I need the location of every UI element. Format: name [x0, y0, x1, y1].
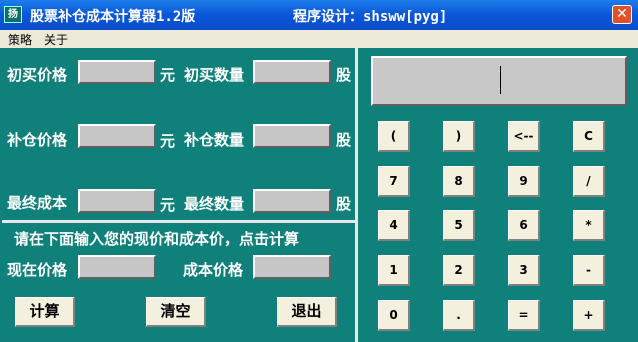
key-6-button[interactable]: 6: [508, 210, 540, 241]
key-multiply-button[interactable]: *: [573, 210, 605, 241]
app-window: 扬 股票补仓成本计算器1.2版 程序设计：shsww[pyg] ✕ 策略 关于 …: [0, 0, 638, 342]
author-credit: 程序设计：shsww[pyg]: [293, 9, 448, 25]
key-plus-button[interactable]: +: [573, 300, 605, 331]
initial-price-label: 初买价格: [7, 66, 68, 84]
app-icon: 扬: [4, 6, 22, 23]
menu-bar: 策略 关于: [0, 30, 638, 48]
add-qty-input[interactable]: [255, 127, 329, 148]
key-9-button[interactable]: 9: [508, 166, 540, 197]
key-1-button[interactable]: 1: [378, 255, 410, 286]
add-price-field[interactable]: [78, 124, 156, 148]
key-minus-button[interactable]: -: [573, 255, 605, 286]
add-price-input[interactable]: [80, 127, 154, 148]
key-backspace-button[interactable]: <--: [508, 121, 540, 152]
horizontal-divider: [2, 220, 355, 223]
key-equals-button[interactable]: =: [508, 300, 540, 331]
menu-strategy[interactable]: 策略: [8, 31, 32, 48]
window-title: 股票补仓成本计算器1.2版: [30, 9, 196, 25]
key-8-button[interactable]: 8: [443, 166, 475, 197]
calculator-display[interactable]: [371, 56, 627, 106]
title-bar[interactable]: 扬 股票补仓成本计算器1.2版 程序设计：shsww[pyg] ✕: [0, 0, 638, 30]
share-unit: 股: [336, 131, 352, 149]
key-0-button[interactable]: 0: [378, 300, 410, 331]
key-4-button[interactable]: 4: [378, 210, 410, 241]
final-qty-label: 最终数量: [184, 195, 245, 213]
final-qty-input[interactable]: [255, 192, 329, 213]
initial-price-field[interactable]: [78, 60, 156, 84]
current-price-field[interactable]: [78, 255, 156, 279]
initial-qty-label: 初买数量: [184, 66, 245, 84]
final-cost-input[interactable]: [80, 192, 154, 213]
cost-price-label: 成本价格: [183, 261, 244, 279]
initial-qty-input[interactable]: [255, 63, 329, 84]
calculate-button[interactable]: 计算: [15, 297, 75, 327]
currency-unit: 元: [160, 132, 176, 150]
share-unit: 股: [336, 66, 352, 84]
add-qty-field[interactable]: [253, 124, 331, 148]
final-qty-field[interactable]: [253, 189, 331, 213]
key-close-paren-button[interactable]: ): [443, 121, 475, 152]
close-button[interactable]: ✕: [612, 5, 632, 24]
share-unit: 股: [336, 195, 352, 213]
key-divide-button[interactable]: /: [573, 166, 605, 197]
final-cost-label: 最终成本: [7, 194, 68, 212]
cost-price-field[interactable]: [253, 255, 331, 279]
initial-price-input[interactable]: [80, 63, 154, 84]
vertical-divider: [355, 48, 358, 342]
instruction-text: 请在下面输入您的现价和成本价，点击计算: [14, 230, 300, 248]
add-price-label: 补仓价格: [7, 131, 68, 149]
key-open-paren-button[interactable]: (: [378, 121, 410, 152]
key-decimal-button[interactable]: .: [443, 300, 475, 331]
current-price-input[interactable]: [80, 258, 154, 279]
current-price-label: 现在价格: [7, 261, 68, 279]
initial-qty-field[interactable]: [253, 60, 331, 84]
currency-unit: 元: [160, 196, 176, 214]
key-7-button[interactable]: 7: [378, 166, 410, 197]
exit-button[interactable]: 退出: [277, 297, 337, 327]
key-5-button[interactable]: 5: [443, 210, 475, 241]
currency-unit: 元: [160, 66, 176, 84]
key-2-button[interactable]: 2: [443, 255, 475, 286]
final-cost-field[interactable]: [78, 189, 156, 213]
key-clear-button[interactable]: C: [573, 121, 605, 152]
text-cursor: [500, 66, 501, 94]
key-3-button[interactable]: 3: [508, 255, 540, 286]
add-qty-label: 补仓数量: [184, 131, 245, 149]
cost-price-input[interactable]: [255, 258, 329, 279]
menu-about[interactable]: 关于: [44, 31, 68, 48]
clear-button[interactable]: 清空: [146, 297, 206, 327]
